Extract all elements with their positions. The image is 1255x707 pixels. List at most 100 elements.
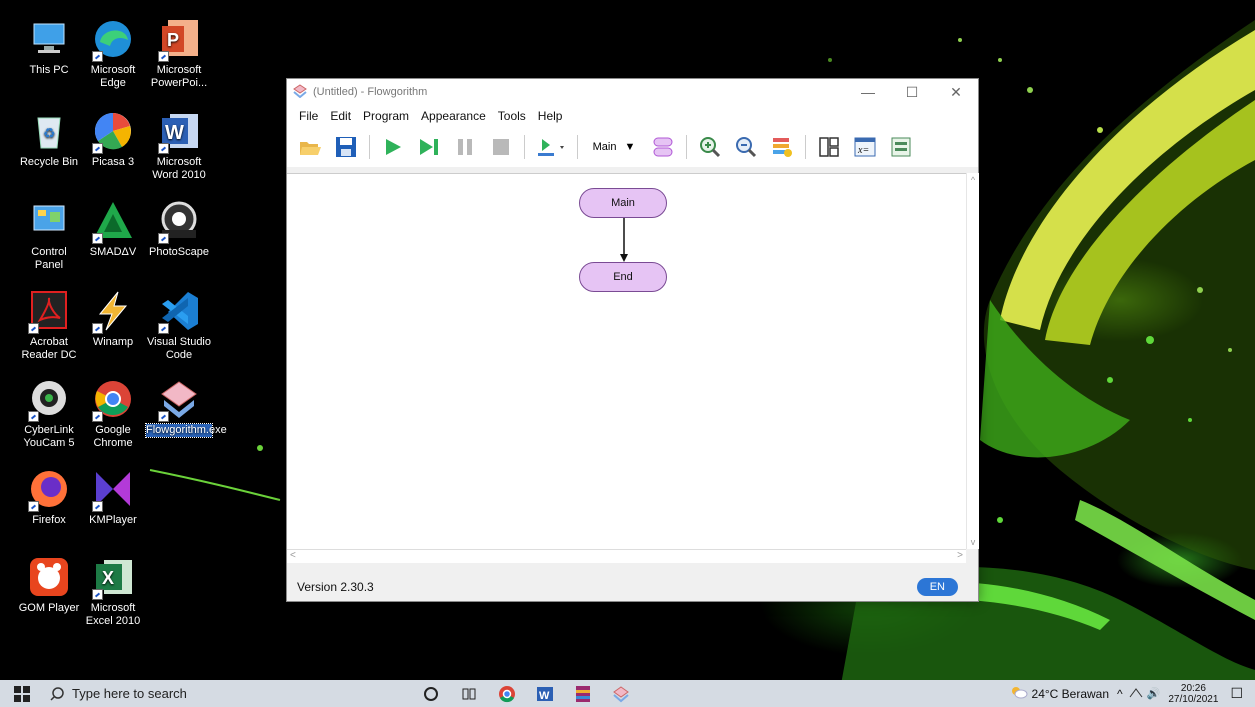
desktop-icon-vscode[interactable]: Visual Studio Code — [146, 290, 212, 362]
flowgorithm-window[interactable]: (Untitled) - Flowgorithm — ☐ ✕ File Edit… — [286, 78, 979, 602]
menu-edit[interactable]: Edit — [324, 109, 357, 123]
desktop-icon-powerpoint[interactable]: P Microsoft PowerPoi... — [146, 18, 212, 90]
edge-icon — [92, 18, 134, 62]
notification-icon[interactable]: ☐ — [1230, 685, 1243, 702]
variables-icon[interactable]: x= — [852, 134, 878, 160]
vscode-icon — [158, 290, 200, 334]
stop-icon[interactable] — [488, 134, 514, 160]
icon-label: Microsoft Word 2010 — [152, 156, 206, 181]
zoom-in-icon[interactable] — [697, 134, 723, 160]
flow-arrow — [620, 218, 628, 262]
menu-program[interactable]: Program — [357, 109, 415, 123]
search-icon — [50, 686, 64, 701]
taskbar: Type here to search W 24°C Berawan ^ 🔊 2… — [0, 680, 1255, 707]
svg-text:♻: ♻ — [43, 125, 56, 141]
desktop-icon-kmplayer[interactable]: KMPlayer — [80, 468, 146, 527]
run-icon[interactable] — [380, 134, 406, 160]
open-icon[interactable] — [297, 134, 323, 160]
version-label: Version 2.30.3 — [297, 580, 374, 594]
scroll-right-arrow[interactable]: > — [957, 550, 963, 561]
menu-help[interactable]: Help — [532, 109, 569, 123]
desktop-icon-excel[interactable]: X Microsoft Excel 2010 — [80, 556, 146, 628]
layout-icon[interactable] — [816, 134, 842, 160]
toolbar-separator — [686, 135, 687, 159]
taskbar-word-icon[interactable]: W — [526, 680, 564, 707]
icon-label: Control Panel — [31, 246, 67, 271]
speed-icon[interactable] — [535, 134, 567, 160]
desktop: This PC Microsoft Edge P Microsoft Power… — [0, 0, 1255, 707]
desktop-icon-gom-player[interactable]: GOM Player — [16, 556, 82, 615]
clock[interactable]: 20:26 27/10/2021 — [1168, 683, 1218, 705]
title-bar[interactable]: (Untitled) - Flowgorithm — ☐ ✕ — [287, 79, 978, 105]
close-button[interactable]: ✕ — [934, 79, 978, 105]
taskbar-chrome-icon[interactable] — [488, 680, 526, 707]
end-node[interactable]: End — [579, 262, 667, 292]
scroll-left-arrow[interactable]: < — [290, 550, 296, 561]
computer-icon — [28, 18, 70, 60]
desktop-icon-smadav[interactable]: SMADΔV — [80, 200, 146, 259]
task-view-icon[interactable] — [450, 680, 488, 707]
firefox-icon — [28, 468, 70, 512]
console-icon[interactable] — [888, 134, 914, 160]
recycle-bin-icon: ♻ — [28, 110, 70, 152]
desktop-icon-word[interactable]: W Microsoft Word 2010 — [146, 110, 212, 182]
icon-label: GOM Player — [18, 602, 80, 614]
gom-player-icon — [28, 556, 70, 598]
vertical-scrollbar[interactable]: ^ v — [966, 173, 979, 549]
windows-icon — [14, 685, 30, 702]
desktop-icon-recycle-bin[interactable]: ♻ Recycle Bin — [16, 110, 82, 169]
picasa-icon — [92, 110, 134, 154]
pause-icon[interactable] — [452, 134, 478, 160]
desktop-icon-flowgorithm[interactable]: Flowgorithm.exe — [145, 378, 227, 438]
kmplayer-icon — [92, 468, 134, 512]
network-icon[interactable] — [1129, 686, 1143, 701]
start-node-main[interactable]: Main — [579, 188, 667, 218]
cortana-icon[interactable] — [412, 680, 450, 707]
menu-tools[interactable]: Tools — [492, 109, 532, 123]
horizontal-scrollbar[interactable]: < > — [287, 549, 966, 563]
scroll-up-arrow[interactable]: ^ — [967, 175, 979, 185]
icon-label: Microsoft Excel 2010 — [85, 602, 141, 627]
style-icon[interactable] — [769, 134, 795, 160]
desktop-icon-picasa[interactable]: Picasa 3 — [80, 110, 146, 169]
scroll-down-arrow[interactable]: v — [967, 537, 979, 547]
desktop-icon-chrome[interactable]: Google Chrome — [80, 378, 146, 450]
desktop-icon-photoscape[interactable]: PhotoScape — [146, 200, 212, 259]
menu-appearance[interactable]: Appearance — [415, 109, 492, 123]
window-title: (Untitled) - Flowgorithm — [313, 86, 428, 98]
zoom-out-icon[interactable] — [733, 134, 759, 160]
weather-icon — [1010, 685, 1028, 702]
powerpoint-icon: P — [158, 18, 200, 62]
volume-icon[interactable]: 🔊 — [1147, 687, 1161, 700]
taskbar-search[interactable]: Type here to search — [44, 680, 242, 707]
start-button[interactable] — [0, 680, 44, 707]
language-button[interactable]: EN — [916, 578, 958, 596]
icon-label: Microsoft PowerPoi... — [150, 64, 208, 89]
save-icon[interactable] — [333, 134, 359, 160]
acrobat-icon — [28, 290, 70, 334]
function-select[interactable]: Main ▼ — [588, 134, 640, 160]
desktop-icon-firefox[interactable]: Firefox — [16, 468, 82, 527]
chrome-icon — [92, 378, 134, 422]
winrar-icon[interactable] — [564, 680, 602, 707]
word-icon: W — [158, 110, 200, 154]
function-icon[interactable] — [650, 134, 676, 160]
step-icon[interactable] — [416, 134, 442, 160]
icon-label: Firefox — [32, 514, 66, 526]
minimize-button[interactable]: — — [846, 79, 890, 105]
desktop-icon-youcam[interactable]: CyberLink YouCam 5 — [16, 378, 82, 450]
toolbar-separator — [577, 135, 578, 159]
maximize-button[interactable]: ☐ — [890, 79, 934, 105]
desktop-icon-winamp[interactable]: Winamp — [80, 290, 146, 349]
icon-label: Visual Studio Code — [146, 336, 211, 361]
desktop-icon-acrobat[interactable]: Acrobat Reader DC — [16, 290, 82, 362]
menu-file[interactable]: File — [293, 109, 324, 123]
desktop-icon-control-panel[interactable]: Control Panel — [16, 200, 82, 272]
toolbar: Main ▼ x= — [287, 127, 978, 167]
taskbar-flowgorithm-icon[interactable] — [602, 680, 640, 707]
desktop-icon-edge[interactable]: Microsoft Edge — [80, 18, 146, 90]
chevron-up-icon[interactable]: ^ — [1117, 687, 1123, 701]
flowchart-canvas[interactable]: Main End — [287, 173, 966, 549]
weather-text[interactable]: 24°C Berawan — [1032, 687, 1110, 701]
desktop-icon-this-pc[interactable]: This PC — [16, 18, 82, 77]
